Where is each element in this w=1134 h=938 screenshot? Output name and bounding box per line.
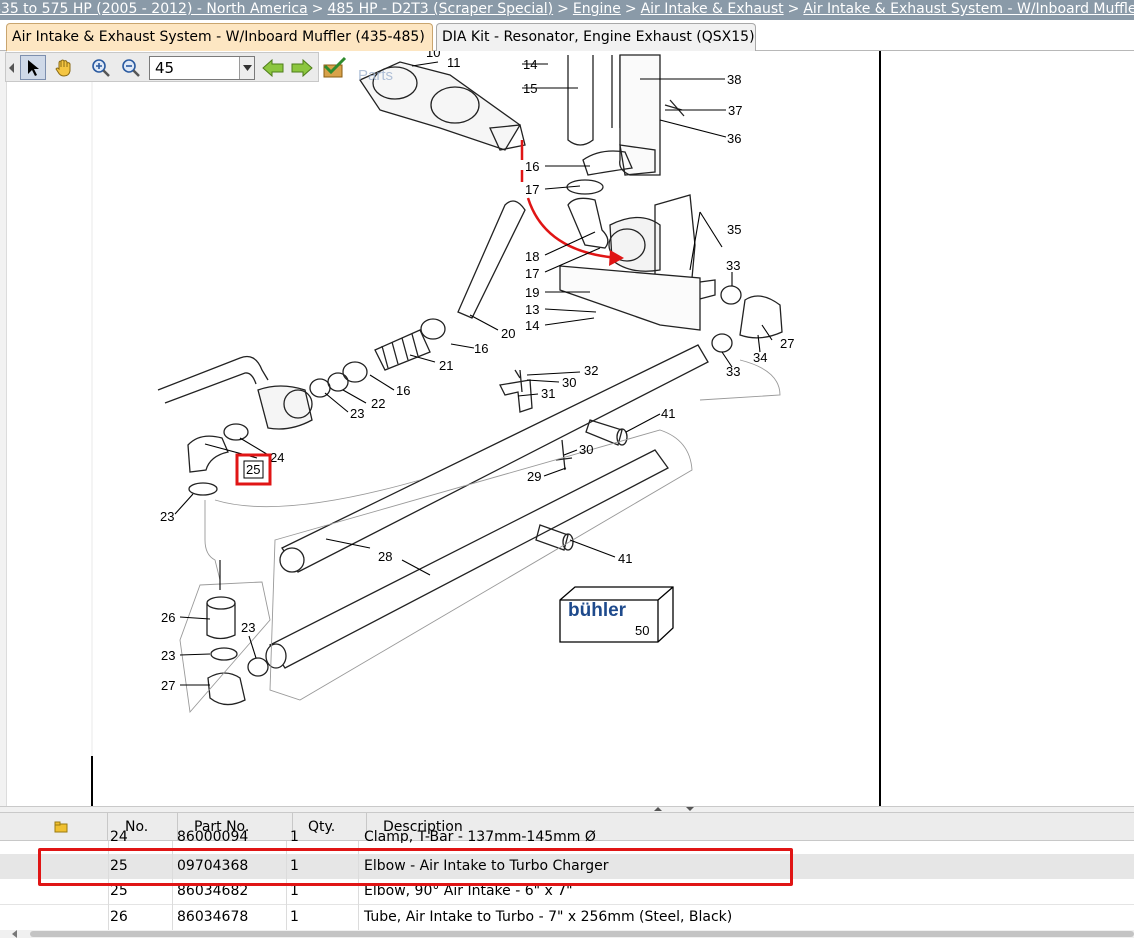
callout-26: 26	[161, 610, 175, 625]
callout-10: 10	[426, 51, 440, 60]
breadcrumb: 435 to 575 HP (2005 - 2012) - North Amer…	[0, 0, 1134, 20]
air-intake-parts-drawing	[157, 54, 783, 706]
table-row[interactable]: 24 86000094 1 Clamp, T-Bar - 137mm-145mm…	[0, 829, 1134, 843]
callout-24: 24	[270, 450, 284, 465]
diagram-toolbar: 45	[5, 52, 319, 82]
callout-33b: 33	[726, 364, 740, 379]
diagram-viewer[interactable]: 10 11 14 15 38 37 36 16 17 35 18 17 19 3…	[0, 51, 1134, 808]
callout-13: 13	[525, 302, 539, 317]
callout-38: 38	[727, 72, 741, 87]
check-icon[interactable]	[321, 56, 347, 80]
scroll-left-icon[interactable]	[10, 930, 20, 938]
callout-23: 23	[350, 406, 364, 421]
breadcrumb-link-air-intake[interactable]: Air Intake & Exhaust	[641, 1, 784, 17]
callout-22: 22	[371, 396, 385, 411]
panel-splitter[interactable]	[0, 806, 1134, 813]
callout-37: 37	[728, 103, 742, 118]
callout-27: 27	[780, 336, 794, 351]
row-description: Tube, Air Intake to Turbo - 7" x 256mm (…	[364, 909, 733, 925]
row-part-no: 86000094	[177, 829, 249, 843]
zoom-in-icon[interactable]	[88, 55, 114, 80]
callout-11: 11	[447, 55, 461, 70]
callout-29: 29	[527, 469, 541, 484]
breadcrumb-link-model-range[interactable]: 435 to 575 HP (2005 - 2012) - North Amer…	[0, 1, 308, 17]
callout-20: 20	[501, 326, 515, 341]
callout-21: 21	[439, 358, 453, 373]
select-arrow-icon[interactable]	[20, 55, 46, 80]
callout-28: 28	[378, 549, 392, 564]
selected-row-highlight	[38, 848, 793, 886]
row-qty: 1	[290, 909, 299, 925]
callout-30b: 30	[579, 442, 593, 457]
row-part-no: 86034678	[177, 909, 249, 925]
scrollbar-thumb[interactable]	[30, 931, 1134, 937]
breadcrumb-separator: >	[311, 1, 324, 17]
callout-34: 34	[753, 350, 767, 365]
callout-33: 33	[726, 258, 740, 273]
breadcrumb-separator: >	[624, 1, 637, 17]
row-qty: 1	[290, 829, 299, 843]
breadcrumb-link-system[interactable]: Air Intake & Exhaust System - W/Inboard …	[803, 1, 1134, 17]
callout-16b: 16	[474, 341, 488, 356]
callout-23c: 23	[241, 620, 255, 635]
callout-23b: 23	[160, 509, 174, 524]
left-edge-strip	[0, 51, 7, 808]
zoom-out-icon[interactable]	[118, 55, 144, 80]
tab-bar: Air Intake & Exhaust System - W/Inboard …	[0, 20, 1134, 51]
callout-16c: 16	[396, 383, 410, 398]
callout-30: 30	[562, 375, 576, 390]
zoom-level-select[interactable]: 45	[149, 56, 255, 80]
horizontal-scrollbar[interactable]	[0, 930, 1134, 938]
callout-17b: 17	[525, 266, 539, 281]
buhler-logo-text: bühler	[568, 600, 627, 621]
callout-15: 15	[523, 81, 537, 96]
dropdown-arrow-icon[interactable]	[239, 57, 254, 79]
watermark-text: Parts	[358, 67, 393, 84]
breadcrumb-link-model[interactable]: 485 HP - D2T3 (Scraper Special)	[327, 1, 553, 17]
table-row[interactable]: 26 86034678 1 Tube, Air Intake to Turbo …	[0, 904, 1134, 929]
tab-dia-kit-resonator[interactable]: DIA Kit - Resonator, Engine Exhaust (QSX…	[436, 23, 756, 51]
callout-14: 14	[523, 57, 537, 72]
row-no: 26	[110, 909, 128, 925]
pan-hand-icon[interactable]	[51, 55, 77, 80]
row-description: Clamp, T-Bar - 137mm-145mm Ø	[364, 829, 596, 843]
callout-31: 31	[541, 386, 555, 401]
callout-16: 16	[525, 159, 539, 174]
buhler-logo-box: bühler 50	[559, 586, 674, 643]
callout-35: 35	[727, 222, 741, 237]
callout-17: 17	[525, 182, 539, 197]
callout-27b: 27	[161, 678, 175, 693]
callout-25: 25	[246, 462, 260, 477]
tab-air-intake-exhaust-system[interactable]: Air Intake & Exhaust System - W/Inboard …	[6, 23, 433, 51]
callout-19: 19	[525, 285, 539, 300]
callout-32: 32	[584, 363, 598, 378]
callout-41: 41	[661, 406, 675, 421]
breadcrumb-separator: >	[557, 1, 569, 17]
callout-14b: 14	[525, 318, 539, 333]
toolbar-left-arrow-icon[interactable]	[6, 55, 18, 80]
callout-41b: 41	[618, 551, 632, 566]
zoom-level-value: 45	[155, 59, 175, 77]
row-no: 24	[110, 829, 128, 843]
buhler-logo-number: 50	[635, 623, 649, 638]
callout-labels: 10 11 14 15 38 37 36 16 17 35 18 17 19 3…	[160, 51, 794, 693]
callout-23d: 23	[161, 648, 175, 663]
forward-arrow-icon[interactable]	[289, 55, 315, 80]
callout-36: 36	[727, 131, 741, 146]
callout-18: 18	[525, 249, 539, 264]
back-arrow-icon[interactable]	[260, 55, 286, 80]
breadcrumb-separator: >	[787, 1, 800, 17]
breadcrumb-link-engine[interactable]: Engine	[573, 1, 621, 17]
